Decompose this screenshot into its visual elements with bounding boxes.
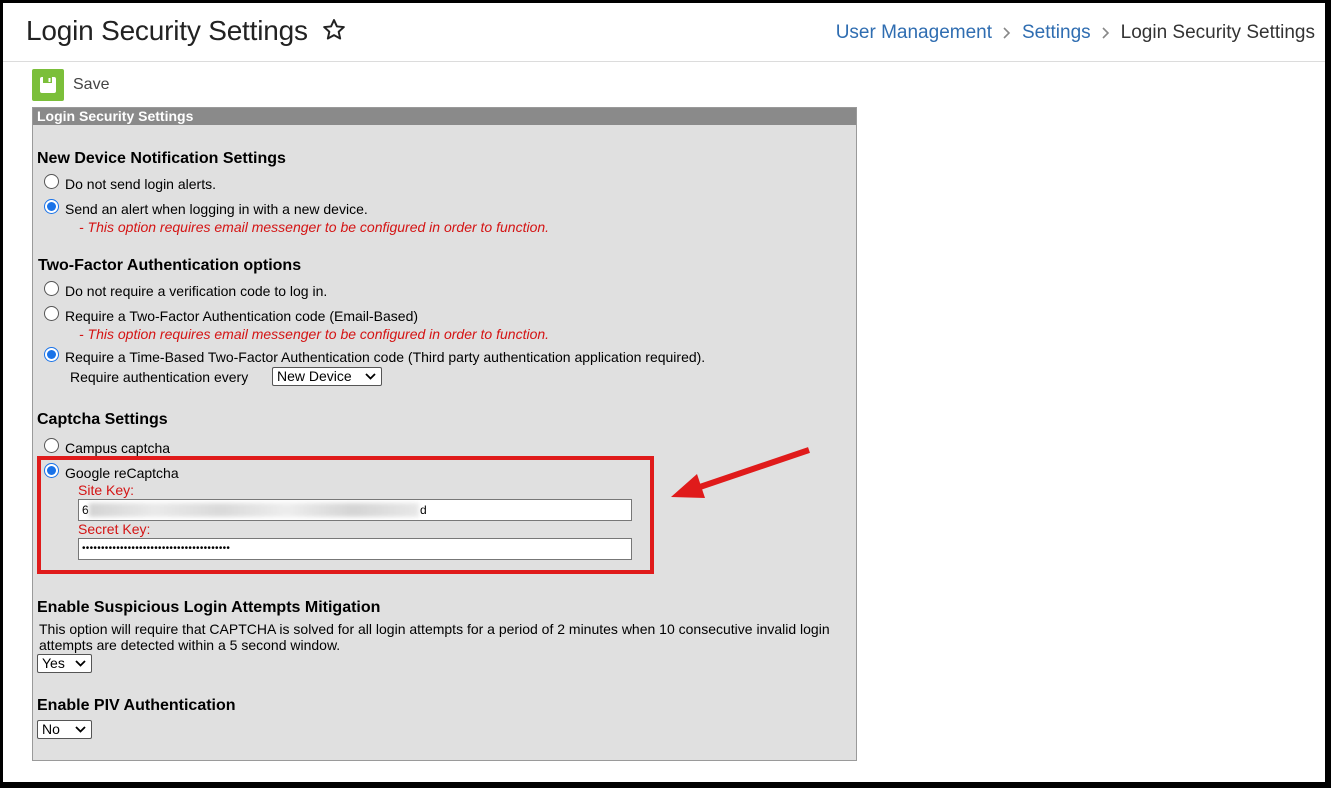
radio-label: Campus captcha [65, 440, 171, 456]
breadcrumb: User Management Settings Login Security … [836, 22, 1315, 44]
radio-no-login-alerts[interactable]: Do not send login alerts. [44, 173, 216, 192]
suspicious-login-description: This option will require that CAPTCHA is… [39, 621, 830, 653]
piv-title: Enable PIV Authentication [37, 697, 236, 714]
radio-time-based-2fa[interactable]: Require a Time-Based Two-Factor Authenti… [44, 346, 706, 365]
save-label: Save [73, 76, 110, 93]
radio-label: Require a Two-Factor Authentication code… [65, 308, 419, 324]
select-value: Yes [42, 655, 65, 671]
radio-label: Require a Time-Based Two-Factor Authenti… [65, 349, 706, 365]
page-header: Login Security Settings User Management … [3, 3, 1325, 62]
radio-button[interactable] [44, 198, 59, 214]
star-icon[interactable] [321, 17, 347, 43]
radio-label: Send an alert when logging in with a new… [65, 201, 368, 217]
chevron-down-icon [365, 373, 376, 380]
breadcrumb-settings[interactable]: Settings [1022, 22, 1091, 44]
page-title: Login Security Settings [26, 15, 308, 46]
suspicious-login-title: Enable Suspicious Login Attempts Mitigat… [37, 599, 381, 616]
breadcrumb-current: Login Security Settings [1120, 22, 1315, 43]
recaptcha-highlight-box [37, 456, 654, 574]
captcha-title: Captcha Settings [37, 411, 168, 428]
radio-no-2fa[interactable]: Do not require a verification code to lo… [44, 280, 328, 299]
radio-send-alert[interactable]: Send an alert when logging in with a new… [44, 198, 368, 217]
radio-email-2fa[interactable]: Require a Two-Factor Authentication code… [44, 305, 419, 324]
radio-button[interactable] [44, 280, 59, 296]
chevron-right-icon [1003, 27, 1011, 39]
radio-button[interactable] [44, 346, 59, 362]
suspicious-login-select[interactable]: Yes [37, 654, 92, 673]
chevron-down-icon [75, 660, 86, 667]
red-arrow-annotation [671, 447, 810, 498]
select-value: No [42, 721, 60, 737]
two-factor-title: Two-Factor Authentication options [38, 257, 302, 274]
chevron-right-icon [1102, 27, 1109, 39]
radio-button[interactable] [44, 305, 59, 321]
select-value: New Device [277, 368, 352, 384]
radio-button[interactable] [44, 437, 59, 453]
radio-campus-captcha[interactable]: Campus captcha [44, 437, 171, 456]
require-every-select[interactable]: New Device [272, 367, 382, 386]
new-device-title: New Device Notification Settings [37, 150, 286, 167]
email-requirement-note: - This option requires email messenger t… [79, 326, 550, 342]
app-window: Login Security Settings User Management … [0, 0, 1331, 788]
radio-button[interactable] [44, 173, 59, 189]
require-every-label: Require authentication every [70, 369, 249, 385]
save-button[interactable]: Save [32, 69, 109, 101]
panel-header: Login Security Settings [33, 108, 856, 125]
chevron-down-icon [75, 726, 86, 733]
breadcrumb-user-management[interactable]: User Management [836, 22, 992, 44]
settings-panel: Login Security Settings New Device Notif… [32, 107, 857, 761]
email-requirement-note: - This option requires email messenger t… [79, 219, 550, 235]
floppy-disk-icon [32, 69, 64, 101]
radio-label: Do not require a verification code to lo… [65, 283, 328, 299]
radio-label: Do not send login alerts. [65, 176, 216, 192]
piv-select[interactable]: No [37, 720, 92, 739]
